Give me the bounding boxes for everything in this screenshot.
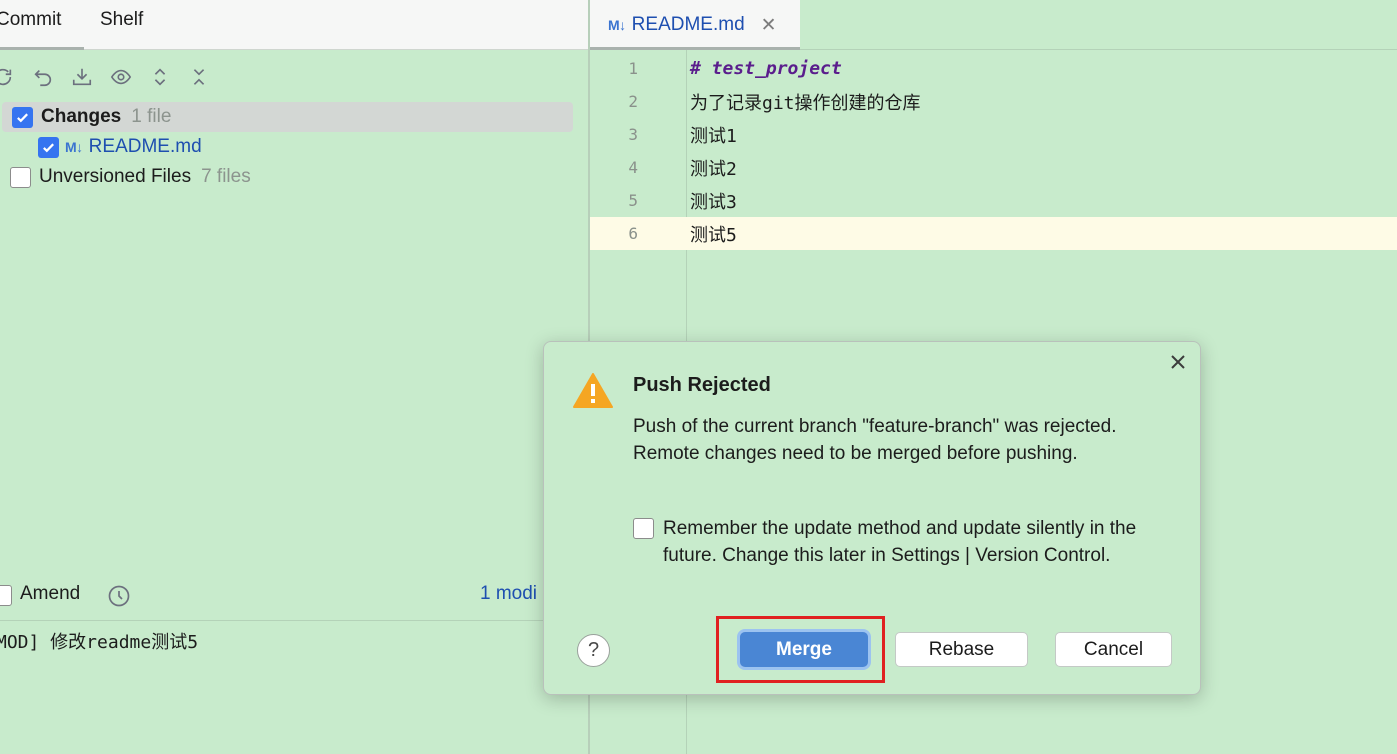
rollback-icon[interactable] <box>28 62 58 92</box>
editor-tabbar: M↓ README.md ✕ <box>590 0 1397 50</box>
amend-checkbox[interactable] <box>0 585 12 606</box>
dialog-title: Push Rejected <box>633 374 771 396</box>
expand-icon[interactable] <box>145 62 175 92</box>
tab-readme[interactable]: M↓ README.md ✕ <box>590 0 800 50</box>
unversioned-checkbox[interactable] <box>10 166 31 188</box>
divider <box>0 620 589 621</box>
line-text: 测试1 <box>690 125 737 147</box>
code-lines[interactable]: 1 # test_project 2 为了记录git操作创建的仓库 3 测试1 … <box>590 52 1397 250</box>
remember-label: Remember the update method and update si… <box>663 518 1137 566</box>
changes-tree: Changes 1 file M↓ README.md Unversioned … <box>0 102 589 192</box>
line-text: 为了记录git操作创建的仓库 <box>690 92 921 114</box>
commit-tabbar: Commit Shelf <box>0 0 589 50</box>
code-line[interactable]: 5 测试3 <box>590 184 1397 217</box>
line-text: 测试3 <box>690 191 737 213</box>
line-number: 4 <box>628 158 638 177</box>
commit-toolbar <box>0 62 589 92</box>
markdown-icon: M↓ <box>608 17 626 33</box>
close-icon[interactable]: ✕ <box>761 14 777 37</box>
markdown-icon: M↓ <box>65 139 83 155</box>
history-icon[interactable] <box>107 584 131 608</box>
changes-checkbox[interactable] <box>12 106 33 128</box>
file-node-readme[interactable]: M↓ README.md <box>0 132 589 162</box>
commit-panel: Commit Shelf Changes 1 file M↓ README.md… <box>0 0 589 754</box>
changes-node[interactable]: Changes 1 file <box>2 102 573 132</box>
remember-checkbox[interactable] <box>633 518 654 539</box>
push-rejected-dialog: Push Rejected Push of the current branch… <box>543 341 1201 695</box>
changes-label: Changes <box>41 106 122 127</box>
unversioned-label: Unversioned Files <box>39 166 192 187</box>
merge-button[interactable]: Merge <box>740 632 868 667</box>
tab-shelf[interactable]: Shelf <box>100 0 143 50</box>
line-text: 测试2 <box>690 158 737 180</box>
eye-icon[interactable] <box>106 62 136 92</box>
code-line[interactable]: 1 # test_project <box>590 52 1397 85</box>
update-icon[interactable] <box>67 62 97 92</box>
readme-checkbox[interactable] <box>38 136 59 158</box>
code-line-current[interactable]: 6 测试5 <box>590 217 1397 250</box>
unversioned-count: 7 files <box>201 166 251 187</box>
cancel-button[interactable]: Cancel <box>1055 632 1172 667</box>
line-text: # test_project <box>690 58 842 79</box>
line-number: 3 <box>628 125 638 144</box>
changes-count: 1 file <box>131 106 172 127</box>
dialog-message: Push of the current branch "feature-bran… <box>633 416 1117 464</box>
collapse-icon[interactable] <box>184 62 214 92</box>
unversioned-node[interactable]: Unversioned Files 7 files <box>0 162 589 192</box>
line-number: 2 <box>628 92 638 111</box>
tab-title: README.md <box>631 14 745 35</box>
refresh-icon[interactable] <box>0 62 18 92</box>
code-line[interactable]: 3 测试1 <box>590 118 1397 151</box>
line-number: 1 <box>628 59 638 78</box>
code-line[interactable]: 4 测试2 <box>590 151 1397 184</box>
warning-icon <box>573 373 613 408</box>
line-number: 5 <box>628 191 638 210</box>
line-number: 6 <box>628 224 638 243</box>
help-button[interactable]: ? <box>577 634 610 667</box>
amend-row: Amend 1 modi <box>0 580 589 610</box>
file-label: README.md <box>88 136 202 157</box>
line-text: 测试5 <box>690 224 737 246</box>
code-line[interactable]: 2 为了记录git操作创建的仓库 <box>590 85 1397 118</box>
tab-commit[interactable]: Commit <box>0 0 84 50</box>
rebase-button[interactable]: Rebase <box>895 632 1028 667</box>
close-icon[interactable] <box>1166 350 1190 374</box>
amend-label: Amend <box>20 583 81 604</box>
commit-message-input[interactable]: MOD] 修改readme测试5 <box>0 628 198 654</box>
modified-files-link[interactable]: 1 modi <box>480 583 537 605</box>
